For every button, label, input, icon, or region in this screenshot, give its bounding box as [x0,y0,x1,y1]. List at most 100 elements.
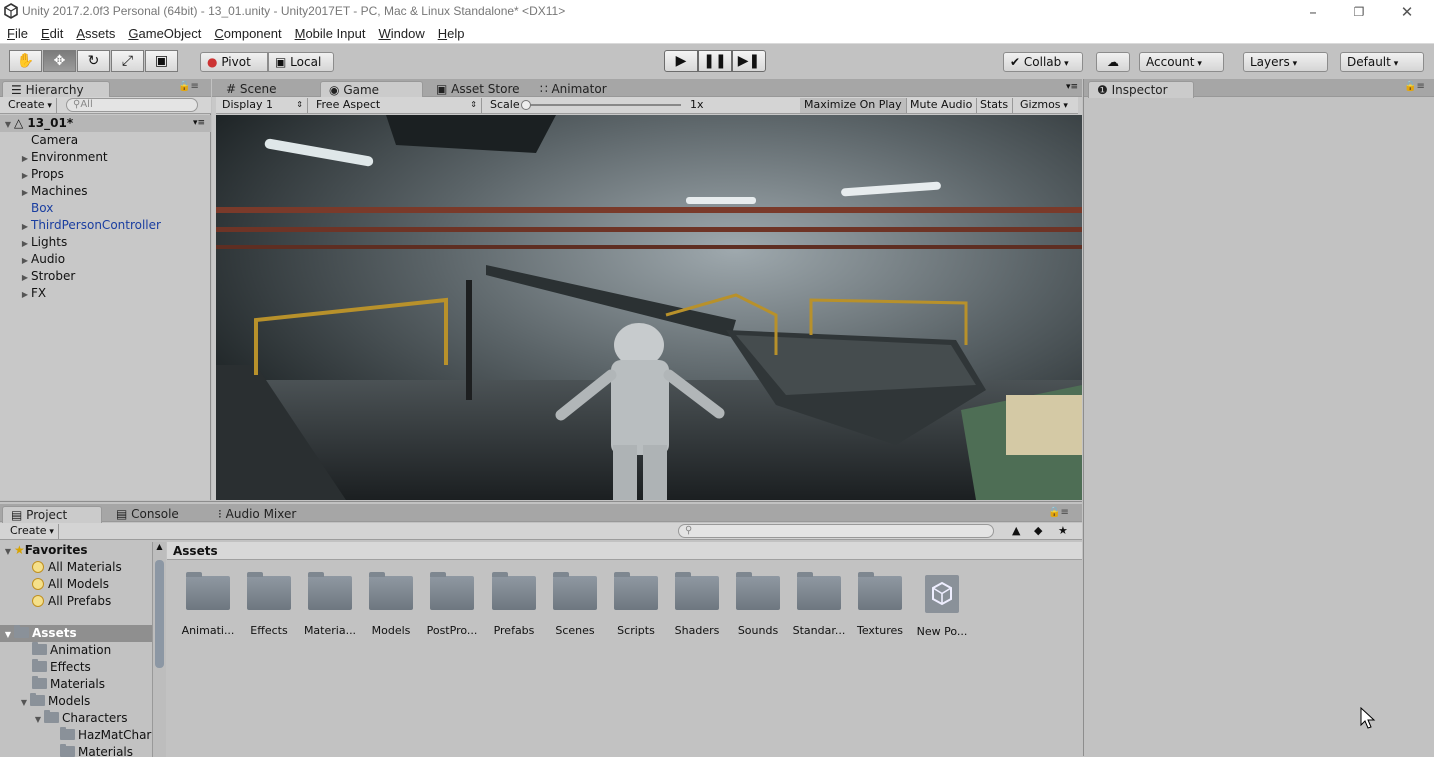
aspect-dropdown[interactable]: Free Aspect ⇕ [312,98,482,113]
asset-folder-shaders[interactable]: Shaders [667,572,727,637]
expand-arrow-icon[interactable]: ▶ [19,184,31,201]
expand-arrow-icon[interactable]: ▶ [19,269,31,286]
asset-folder-models[interactable]: Models [361,572,421,637]
asset-folder-prefabs[interactable]: Prefabs [484,572,544,637]
tab-inspector[interactable]: ❶ Inspector [1088,81,1194,98]
project-lock-icon[interactable]: 🔒≡ [1048,507,1069,518]
expand-arrow-icon[interactable]: ▼ [18,694,30,711]
project-search-input[interactable]: ⚲ [678,524,994,538]
hierarchy-item-audio[interactable]: ▶ Audio [0,251,211,268]
stats-toggle[interactable]: Stats [976,98,1014,113]
mute-audio-toggle[interactable]: Mute Audio [906,98,978,113]
favorites-row[interactable]: ▼ ★Favorites [0,542,152,559]
menu-gameobject[interactable]: GameObject [128,24,201,43]
menu-assets[interactable]: Assets [76,24,115,43]
collab-dropdown[interactable]: ✔ Collab [1003,52,1083,72]
asset-folder-standard[interactable]: Standar... [789,572,849,637]
scroll-up-arrow-icon[interactable]: ▲ [153,542,166,551]
hierarchy-item-thirdpersoncontroller[interactable]: ▶ ThirdPersonController [0,217,211,234]
hierarchy-item-props[interactable]: ▶ Props [0,166,211,183]
menu-component[interactable]: Component [214,24,281,43]
asset-folder-scenes[interactable]: Scenes [545,572,605,637]
expand-arrow-icon[interactable]: ▶ [19,150,31,167]
pivot-toggle[interactable]: ● Pivot [200,52,268,72]
asset-folder-textures[interactable]: Textures [850,572,910,637]
hierarchy-item-strober[interactable]: ▶ Strober [0,268,211,285]
assets-root-row[interactable]: ▼ Assets [0,625,152,642]
tab-asset-store[interactable]: ▣ Asset Store [428,81,528,98]
view-menu-icon[interactable]: ▾≡ [1066,82,1078,92]
scale-slider-thumb[interactable] [521,100,531,110]
menu-file[interactable]: File [7,24,28,43]
scene-menu-icon[interactable]: ▾≡ [193,115,205,132]
tree-folder-effects[interactable]: Effects [0,659,152,676]
menu-window[interactable]: Window [378,24,424,43]
scene-row[interactable]: ▼ △ 13_01* ▾≡ [0,115,211,132]
hierarchy-item-fx[interactable]: ▶ FX [0,285,211,302]
favorite-all-materials[interactable]: All Materials [0,559,152,576]
step-button[interactable]: ▶❚ [732,50,766,72]
tab-game[interactable]: ◉ Game [320,81,423,98]
hierarchy-search-input[interactable]: ⚲All [66,98,198,112]
tree-folder-models[interactable]: ▼ Models [0,693,152,710]
tree-folder-animation[interactable]: Animation [0,642,152,659]
asset-folder-materials[interactable]: Materia... [300,572,360,637]
inspector-lock-icon[interactable]: 🔒≡ [1404,81,1425,92]
tab-console[interactable]: ▤ Console [108,506,187,523]
asset-breadcrumb[interactable]: Assets [167,542,1082,560]
tree-folder-hazmatchar[interactable]: HazMatChar [0,727,152,744]
menu-help[interactable]: Help [438,24,465,43]
gizmos-dropdown[interactable]: Gizmos [1016,98,1072,113]
account-dropdown[interactable]: Account [1139,52,1224,72]
minimize-button[interactable]: – [1298,2,1328,22]
display-dropdown[interactable]: Display 1 ⇕ [218,98,308,113]
expand-arrow-icon[interactable]: ▼ [2,543,14,560]
expand-arrow-icon[interactable]: ▶ [19,167,31,184]
tree-folder-characters[interactable]: ▼ Characters [0,710,152,727]
asset-new-postprocessing-profile[interactable]: New Po... [912,574,972,638]
tab-project[interactable]: ▤ Project [2,506,102,523]
hierarchy-item-lights[interactable]: ▶ Lights [0,234,211,251]
hierarchy-item-box[interactable]: Box [0,200,211,217]
favorite-all-models[interactable]: All Models [0,576,152,593]
layout-dropdown[interactable]: Default [1340,52,1424,72]
play-button[interactable]: ▶ [664,50,698,72]
tab-animator[interactable]: ∷ Animator [532,81,615,98]
local-toggle[interactable]: ▣ Local [268,52,334,72]
asset-folder-postprocessing[interactable]: PostPro... [422,572,482,637]
asset-folder-animation[interactable]: Animati... [178,572,238,637]
game-render-view[interactable] [216,115,1082,500]
move-tool-icon[interactable]: ✥ [43,50,76,72]
tree-folder-materials-sub[interactable]: Materials [0,744,152,757]
expand-arrow-icon[interactable]: ▶ [19,252,31,269]
restore-button[interactable]: ❐ [1344,2,1374,22]
rotate-tool-icon[interactable]: ↻ [77,50,110,72]
layers-dropdown[interactable]: Layers [1243,52,1328,72]
close-button[interactable]: ✕ [1392,2,1422,22]
maximize-on-play-toggle[interactable]: Maximize On Play [800,98,907,113]
tree-scrollbar[interactable]: ▲ [152,542,166,757]
expand-arrow-icon[interactable]: ▶ [19,218,31,235]
menu-edit[interactable]: Edit [41,24,63,43]
scale-slider[interactable] [526,104,681,106]
scale-tool-icon[interactable]: ⤢ [111,50,144,72]
lock-icon[interactable]: 🔒≡ [178,81,199,92]
favorite-star-icon[interactable]: ★ [1054,524,1072,539]
expand-arrow-icon[interactable]: ▶ [19,286,31,303]
cloud-button[interactable]: ☁ [1096,52,1130,72]
asset-folder-effects[interactable]: Effects [239,572,299,637]
hierarchy-item-environment[interactable]: ▶ Environment [0,149,211,166]
filter-by-label-icon[interactable]: ◆ [1030,524,1046,539]
tree-folder-materials[interactable]: Materials [0,676,152,693]
hierarchy-create-button[interactable]: Create [4,98,57,113]
project-create-button[interactable]: Create [6,524,59,539]
rect-tool-icon[interactable]: ▣ [145,50,178,72]
expand-arrow-icon[interactable]: ▼ [2,626,14,643]
tab-audio-mixer[interactable]: ⁝ Audio Mixer [210,506,304,523]
favorite-all-prefabs[interactable]: All Prefabs [0,593,152,610]
asset-folder-scripts[interactable]: Scripts [606,572,666,637]
expand-arrow-icon[interactable]: ▶ [19,235,31,252]
hand-tool-icon[interactable]: ✋ [9,50,42,72]
scrollbar-thumb[interactable] [155,560,164,668]
tab-hierarchy[interactable]: ☰ Hierarchy [2,81,110,98]
